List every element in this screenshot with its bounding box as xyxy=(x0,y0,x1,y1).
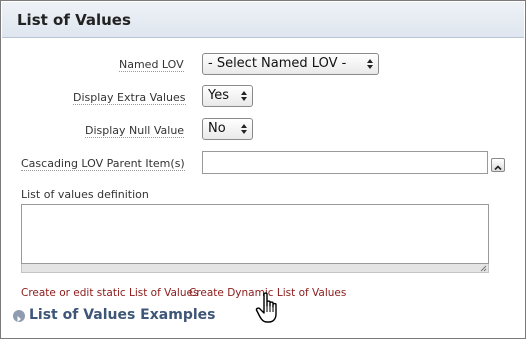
display-null-value-label: Display Null Value xyxy=(85,124,185,138)
named-lov-value: - Select Named LOV - xyxy=(208,56,347,71)
expand-button[interactable] xyxy=(491,158,505,172)
panel-title: List of Values xyxy=(17,11,131,29)
display-null-value-value: No xyxy=(208,121,226,136)
panel-header: List of Values xyxy=(2,2,524,38)
display-extra-values-value: Yes xyxy=(208,88,229,103)
list-of-values-panel: List of Values Named LOV - Select Named … xyxy=(0,0,526,339)
named-lov-label: Named LOV xyxy=(119,58,184,72)
create-static-lov-link[interactable]: Create or edit static List of Values xyxy=(21,287,198,299)
expand-circle-icon xyxy=(13,310,25,322)
display-extra-values-select[interactable]: Yes xyxy=(202,85,253,107)
textarea-resize-bar[interactable] xyxy=(21,264,489,273)
updown-arrows-icon xyxy=(241,124,247,134)
cascading-lov-parent-input[interactable] xyxy=(202,151,488,174)
lov-definition-label: List of values definition xyxy=(21,188,149,201)
updown-arrows-icon xyxy=(241,91,247,101)
lov-examples-heading: List of Values Examples xyxy=(29,307,216,323)
resize-grip-icon[interactable] xyxy=(479,264,487,272)
display-extra-values-label: Display Extra Values xyxy=(73,91,186,105)
named-lov-select[interactable]: - Select Named LOV - xyxy=(202,53,379,75)
hand-pointer-cursor xyxy=(255,292,277,323)
lov-definition-textarea[interactable] xyxy=(21,204,489,264)
updown-arrows-icon xyxy=(367,59,373,69)
chevron-up-icon xyxy=(494,165,502,171)
cascading-lov-parent-label: Cascading LOV Parent Item(s) xyxy=(21,157,185,171)
display-null-value-select[interactable]: No xyxy=(202,118,253,140)
